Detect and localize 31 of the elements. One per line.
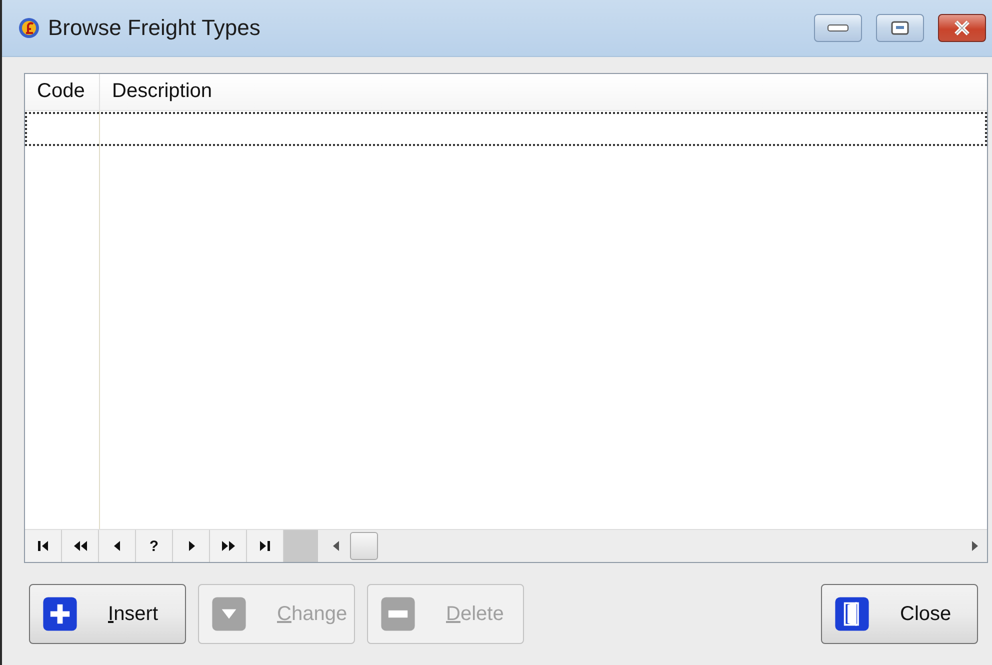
scroll-thumb[interactable] <box>350 532 378 560</box>
column-header[interactable]: Code <box>25 74 100 110</box>
first-record-icon <box>35 538 51 554</box>
plus-icon <box>42 596 78 632</box>
previous-button[interactable] <box>99 530 136 562</box>
scroll-left-icon <box>332 540 340 552</box>
window-title: Browse Freight Types <box>48 15 262 41</box>
last-record-icon <box>257 538 273 554</box>
focused-row[interactable] <box>25 112 987 146</box>
next-button[interactable] <box>173 530 210 562</box>
page-back-icon <box>72 538 88 554</box>
scroll-right-icon <box>971 540 979 552</box>
minus-icon <box>380 596 416 632</box>
maximize-icon <box>891 21 909 35</box>
app-icon <box>18 17 40 39</box>
first-record-button[interactable] <box>25 530 62 562</box>
minimize-button[interactable] <box>814 14 862 42</box>
insert-button[interactable]: Insert <box>29 584 186 644</box>
door-icon <box>834 596 870 632</box>
close-window-button[interactable] <box>938 14 986 42</box>
page-back-button[interactable] <box>62 530 99 562</box>
last-record-button[interactable] <box>247 530 284 562</box>
close-icon <box>952 20 972 36</box>
minimize-icon <box>827 24 849 32</box>
navigator-filler <box>284 530 318 562</box>
page-forward-icon <box>220 538 236 554</box>
page-forward-button[interactable] <box>210 530 247 562</box>
maximize-button[interactable] <box>876 14 924 42</box>
column-header[interactable]: Description <box>100 74 987 110</box>
query-button[interactable]: ? <box>136 530 173 562</box>
close-button[interactable]: Close <box>821 584 978 644</box>
